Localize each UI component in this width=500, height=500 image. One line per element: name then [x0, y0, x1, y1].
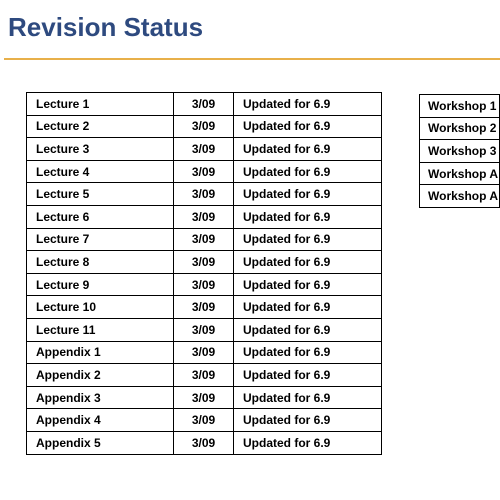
- workshop-name: Workshop 1: [419, 94, 500, 118]
- item-name: Lecture 6: [26, 204, 174, 229]
- item-name: Lecture 2: [26, 114, 174, 139]
- revision-date: 3/09: [173, 204, 234, 229]
- revision-note: Updated for 6.9: [233, 317, 382, 342]
- revision-date: 3/09: [173, 92, 234, 116]
- revision-note: Updated for 6.9: [233, 204, 382, 229]
- table-row: Lecture 7 3/09 Updated for 6.9: [26, 227, 382, 252]
- item-name: Lecture 8: [26, 250, 174, 274]
- revision-note: Updated for 6.9: [233, 159, 382, 184]
- workshop-name: Workshop 3: [419, 139, 500, 163]
- revision-note: Updated for 6.9: [233, 182, 382, 206]
- workshop-name: Workshop 2: [419, 116, 500, 141]
- table-row: Lecture 4 3/09 Updated for 6.9: [26, 159, 382, 184]
- item-name: Lecture 1: [26, 92, 174, 116]
- table-row: Appendix 3 3/09 Updated for 6.9: [26, 385, 382, 410]
- item-name: Lecture 10: [26, 295, 174, 319]
- revision-note: Updated for 6.9: [233, 363, 382, 387]
- page-title: Revision Status: [8, 12, 204, 42]
- workshop-name: Workshop A: [419, 184, 500, 208]
- table-row: Lecture 10 3/09 Updated for 6.9: [26, 295, 382, 319]
- item-name: Appendix 1: [26, 340, 174, 365]
- table-row: Appendix 5 3/09 Updated for 6.9: [26, 430, 382, 455]
- title-divider: [4, 58, 500, 60]
- revision-date: 3/09: [173, 250, 234, 274]
- table-row: Workshop 3: [419, 139, 500, 163]
- workshop-name: Workshop A: [419, 161, 500, 186]
- revision-date: 3/09: [173, 114, 234, 139]
- table-row: Lecture 8 3/09 Updated for 6.9: [26, 250, 382, 274]
- item-name: Lecture 4: [26, 159, 174, 184]
- revision-date: 3/09: [173, 340, 234, 365]
- revision-note: Updated for 6.9: [233, 385, 382, 410]
- item-name: Lecture 5: [26, 182, 174, 206]
- table-row: Lecture 6 3/09 Updated for 6.9: [26, 204, 382, 229]
- item-name: Lecture 11: [26, 317, 174, 342]
- table-row: Lecture 1 3/09 Updated for 6.9: [26, 92, 382, 116]
- revision-note: Updated for 6.9: [233, 340, 382, 365]
- revision-date: 3/09: [173, 159, 234, 184]
- revision-date: 3/09: [173, 363, 234, 387]
- table-row: Lecture 3 3/09 Updated for 6.9: [26, 137, 382, 161]
- table-row: Lecture 5 3/09 Updated for 6.9: [26, 182, 382, 206]
- revision-date: 3/09: [173, 137, 234, 161]
- revision-date: 3/09: [173, 385, 234, 410]
- revision-note: Updated for 6.9: [233, 250, 382, 274]
- revision-note: Updated for 6.9: [233, 227, 382, 252]
- revision-note: Updated for 6.9: [233, 137, 382, 161]
- revision-date: 3/09: [173, 182, 234, 206]
- item-name: Lecture 9: [26, 272, 174, 297]
- item-name: Lecture 7: [26, 227, 174, 252]
- table-row: Workshop A: [419, 161, 500, 186]
- table-row: Lecture 2 3/09 Updated for 6.9: [26, 114, 382, 139]
- revision-date: 3/09: [173, 227, 234, 252]
- item-name: Lecture 3: [26, 137, 174, 161]
- revision-table: Lecture 1 3/09 Updated for 6.9 Lecture 2 3/0…: [26, 92, 382, 455]
- revision-note: Updated for 6.9: [233, 295, 382, 319]
- revision-note: Updated for 6.9: [233, 114, 382, 139]
- table-row: Lecture 11 3/09 Updated for 6.9: [26, 317, 382, 342]
- revision-date: 3/09: [173, 295, 234, 319]
- revision-note: Updated for 6.9: [233, 272, 382, 297]
- revision-date: 3/09: [173, 272, 234, 297]
- table-row: Workshop 1: [419, 94, 500, 118]
- table-row: Lecture 9 3/09 Updated for 6.9: [26, 272, 382, 297]
- revision-date: 3/09: [173, 317, 234, 342]
- table-row: Workshop 2: [419, 116, 500, 141]
- workshop-table: Workshop 1 Workshop 2 Workshop 3 Workshop A…: [419, 94, 500, 208]
- revision-note: Updated for 6.9: [233, 408, 382, 432]
- revision-date: 3/09: [173, 430, 234, 455]
- item-name: Appendix 4: [26, 408, 174, 432]
- item-name: Appendix 2: [26, 363, 174, 387]
- item-name: Appendix 5: [26, 430, 174, 455]
- table-row: Appendix 4 3/09 Updated for 6.9: [26, 408, 382, 432]
- table-row: Workshop A: [419, 184, 500, 208]
- revision-note: Updated for 6.9: [233, 92, 382, 116]
- table-row: Appendix 1 3/09 Updated for 6.9: [26, 340, 382, 365]
- item-name: Appendix 3: [26, 385, 174, 410]
- revision-note: Updated for 6.9: [233, 430, 382, 455]
- revision-date: 3/09: [173, 408, 234, 432]
- table-row: Appendix 2 3/09 Updated for 6.9: [26, 363, 382, 387]
